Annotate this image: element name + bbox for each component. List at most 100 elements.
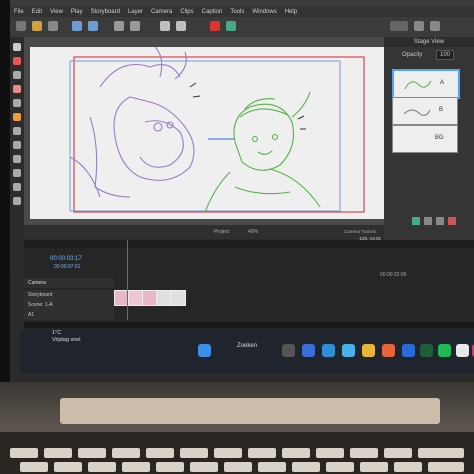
store-icon[interactable]: [342, 344, 355, 357]
track-scene[interactable]: Scene: 1-A: [24, 300, 114, 310]
keyboard-key: [258, 462, 286, 472]
word-icon[interactable]: [402, 344, 415, 357]
open-folder-icon[interactable]: [32, 21, 42, 31]
vector-layer-icon[interactable]: [424, 217, 432, 225]
undo-icon[interactable]: [72, 21, 82, 31]
keyboard-key: [316, 448, 344, 458]
laptop-hinge: [60, 398, 440, 424]
timeline-scrollbar[interactable]: [24, 322, 474, 328]
task-view-icon[interactable]: [282, 344, 295, 357]
menu-bar: File Edit View Play Storyboard Layer Cam…: [10, 7, 474, 17]
excel-icon[interactable]: [420, 344, 433, 357]
taskbar-search[interactable]: Zoeken: [225, 338, 265, 354]
layout-icon[interactable]: [414, 21, 424, 31]
brush-tool-icon[interactable]: [13, 57, 21, 65]
settings-icon[interactable]: [430, 21, 440, 31]
eraser-tool-icon[interactable]: [13, 85, 21, 93]
camera-icon[interactable]: [210, 21, 220, 31]
track-audio[interactable]: A1: [24, 310, 114, 320]
timeline-playhead[interactable]: [127, 240, 128, 320]
delete-layer-icon[interactable]: [448, 217, 456, 225]
app-icon[interactable]: [456, 344, 469, 357]
select-tool-icon[interactable]: [13, 43, 21, 51]
track-storyboard[interactable]: Storyboard: [24, 290, 114, 300]
transform-tool-icon[interactable]: [13, 155, 21, 163]
save-icon[interactable]: [48, 21, 58, 31]
keyboard-key: [292, 462, 320, 472]
storyboard-clip[interactable]: [170, 290, 186, 306]
window-titlebar: [10, 0, 474, 7]
contour-tool-icon[interactable]: [13, 99, 21, 107]
firefox-icon[interactable]: [382, 344, 395, 357]
menu-caption[interactable]: Caption: [198, 9, 227, 15]
widgets-icon[interactable]: [302, 344, 315, 357]
menu-play[interactable]: Play: [67, 9, 87, 15]
current-timecode[interactable]: 00:00:03:17: [50, 256, 82, 262]
keyboard-key: [394, 462, 422, 472]
keyboard-key: [418, 448, 464, 458]
layer-label: B: [439, 107, 444, 113]
opacity-input[interactable]: 100: [436, 50, 455, 60]
canvas-status-bar: Project 40% Camera Transfo -125,-14,01: [24, 225, 384, 241]
menu-layer[interactable]: Layer: [124, 9, 147, 15]
menu-storyboard[interactable]: Storyboard: [87, 9, 124, 15]
3d-toggle-icon[interactable]: [390, 21, 408, 31]
panel-duplicate-icon[interactable]: [176, 21, 186, 31]
menu-view[interactable]: View: [46, 9, 67, 15]
windows-taskbar: 1°C Vrijdag snel Zoeken: [20, 330, 474, 374]
view-mode-label[interactable]: Project: [214, 229, 230, 235]
main-toolbar: [10, 17, 474, 37]
new-icon[interactable]: [16, 21, 26, 31]
paint-bucket-icon[interactable]: [13, 113, 21, 121]
spotify-icon[interactable]: [438, 344, 451, 357]
stage-view-title: Stage View: [384, 37, 474, 47]
stage-view-panel: Stage View Opacity 100 A B BG: [384, 37, 474, 242]
zoom-level[interactable]: 40%: [248, 229, 258, 235]
menu-help[interactable]: Help: [281, 9, 301, 15]
keyboard-key: [360, 462, 388, 472]
shape-tool-icon[interactable]: [13, 141, 21, 149]
layer-thumb-b[interactable]: B: [392, 97, 458, 125]
bitmap-layer-icon[interactable]: [436, 217, 444, 225]
windows-start-icon[interactable]: [198, 344, 211, 357]
keyboard-key: [248, 448, 276, 458]
zoom-tool-icon[interactable]: [13, 183, 21, 191]
menu-edit[interactable]: Edit: [28, 9, 46, 15]
track-camera[interactable]: Camera: [24, 278, 114, 288]
stage-canvas[interactable]: [24, 37, 384, 225]
keyboard-key: [350, 448, 378, 458]
keyboard-key: [180, 448, 208, 458]
add-layer-icon[interactable]: [412, 217, 420, 225]
keyboard-key: [282, 448, 310, 458]
redo-icon[interactable]: [88, 21, 98, 31]
moose-sketch: [69, 46, 195, 198]
menu-tools[interactable]: Tools: [226, 9, 248, 15]
cut-icon[interactable]: [114, 21, 124, 31]
keyboard-key: [384, 448, 412, 458]
menu-windows[interactable]: Windows: [248, 9, 280, 15]
layer-thumb-a[interactable]: A: [392, 69, 460, 99]
app-window: File Edit View Play Storyboard Layer Cam…: [10, 0, 474, 382]
play-icon[interactable]: [226, 21, 236, 31]
panel-new-icon[interactable]: [160, 21, 170, 31]
weather-temp: 1°C: [52, 330, 62, 336]
opacity-label: Opacity: [402, 52, 423, 58]
file-explorer-icon[interactable]: [362, 344, 375, 357]
layer-label: BG: [435, 135, 444, 141]
edge-icon[interactable]: [322, 344, 335, 357]
pencil-tool-icon[interactable]: [13, 71, 21, 79]
menu-camera[interactable]: Camera: [147, 9, 176, 15]
copy-icon[interactable]: [130, 21, 140, 31]
menu-clips[interactable]: Clips: [176, 9, 197, 15]
camera-tool-icon[interactable]: [13, 197, 21, 205]
hand-tool-icon[interactable]: [13, 169, 21, 177]
timeline-toolbar: [24, 240, 474, 248]
layer-thumb-bg[interactable]: BG: [392, 125, 458, 153]
keyboard-key: [44, 448, 72, 458]
keyboard-key: [146, 448, 174, 458]
timeline-panel: Camera Storyboard Scene: 1-A A1 00:00:32…: [24, 240, 474, 330]
weather-widget[interactable]: 1°C Vrijdag snel: [52, 330, 81, 344]
drawing-paper[interactable]: [30, 46, 384, 219]
menu-file[interactable]: File: [10, 9, 28, 15]
text-tool-icon[interactable]: [13, 127, 21, 135]
